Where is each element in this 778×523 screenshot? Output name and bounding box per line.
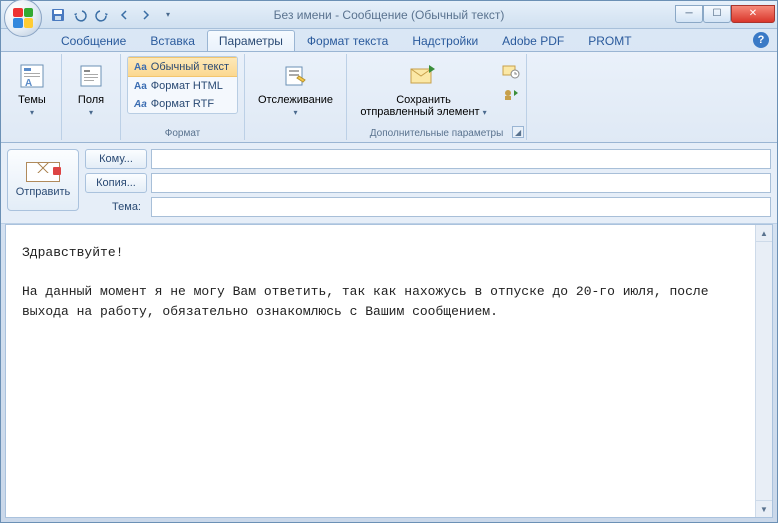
tab-message[interactable]: Сообщение bbox=[49, 30, 138, 51]
format-list: Aa Обычный текст Aa Формат HTML Aa Форма… bbox=[127, 56, 238, 114]
ribbon: A Темы▾ Поля▾ bbox=[1, 51, 777, 143]
scroll-up-icon[interactable]: ▲ bbox=[756, 225, 772, 242]
subject-input[interactable] bbox=[151, 197, 771, 217]
group-more-label: Дополнительные параметры bbox=[353, 127, 520, 140]
tracking-label: Отслеживание bbox=[258, 94, 333, 106]
save-sent-label: Сохранить отправленный элемент bbox=[360, 94, 479, 118]
ribbon-tabs: Сообщение Вставка Параметры Формат текст… bbox=[1, 29, 777, 51]
group-tracking: Отслеживание▾ bbox=[245, 54, 347, 140]
themes-icon: A bbox=[17, 61, 47, 91]
maximize-button[interactable]: ☐ bbox=[703, 5, 731, 23]
format-html-label: Формат HTML bbox=[151, 80, 223, 92]
format-plain-text[interactable]: Aa Обычный текст bbox=[128, 57, 237, 77]
fields-label: Поля bbox=[78, 94, 104, 106]
undo-icon[interactable] bbox=[72, 7, 88, 23]
titlebar: ▾ Без имени - Сообщение (Обычный текст) … bbox=[1, 1, 777, 29]
tracking-button[interactable]: Отслеживание▾ bbox=[251, 56, 340, 123]
format-html[interactable]: Aa Формат HTML bbox=[128, 77, 237, 95]
aa-icon: Aa bbox=[134, 81, 147, 92]
close-button[interactable]: ✕ bbox=[731, 5, 775, 23]
window-controls: ─ ☐ ✕ bbox=[675, 5, 775, 23]
tab-promt[interactable]: PROMT bbox=[576, 30, 643, 51]
qat-customize-icon[interactable]: ▾ bbox=[160, 7, 176, 23]
send-label: Отправить bbox=[16, 186, 71, 198]
group-themes: A Темы▾ bbox=[3, 54, 62, 140]
to-button[interactable]: Кому... bbox=[85, 149, 147, 169]
svg-text:A: A bbox=[25, 78, 32, 89]
help-icon[interactable]: ? bbox=[753, 32, 769, 48]
tab-adobe-pdf[interactable]: Adobe PDF bbox=[490, 30, 576, 51]
fields-icon bbox=[76, 61, 106, 91]
direct-replies-icon[interactable] bbox=[502, 86, 520, 104]
aa-icon: Aa bbox=[134, 62, 147, 73]
scroll-track[interactable] bbox=[756, 242, 772, 500]
tab-options[interactable]: Параметры bbox=[207, 30, 295, 51]
themes-button[interactable]: A Темы▾ bbox=[9, 56, 55, 123]
prev-icon[interactable] bbox=[116, 7, 132, 23]
envelope-icon bbox=[26, 162, 60, 182]
compose-header: Отправить Кому... Копия... Тема: bbox=[1, 143, 777, 224]
redo-icon[interactable] bbox=[94, 7, 110, 23]
cc-button[interactable]: Копия... bbox=[85, 173, 147, 193]
save-icon[interactable] bbox=[50, 7, 66, 23]
next-icon[interactable] bbox=[138, 7, 154, 23]
subject-label: Тема: bbox=[85, 201, 147, 213]
fields-button[interactable]: Поля▾ bbox=[68, 56, 114, 123]
tab-addins[interactable]: Надстройки bbox=[400, 30, 490, 51]
tracking-icon bbox=[281, 61, 311, 91]
group-format-label: Формат bbox=[127, 127, 238, 140]
recipient-fields: Кому... Копия... Тема: bbox=[85, 149, 771, 217]
save-sent-icon bbox=[409, 61, 439, 91]
group-format: Aa Обычный текст Aa Формат HTML Aa Форма… bbox=[121, 54, 245, 140]
save-sent-button[interactable]: Сохранить отправленный элемент ▾ bbox=[353, 56, 493, 123]
quick-access-toolbar: ▾ bbox=[50, 7, 176, 23]
office-button[interactable] bbox=[4, 0, 42, 37]
group-tracking-label bbox=[251, 127, 340, 140]
tab-format-text[interactable]: Формат текста bbox=[295, 30, 400, 51]
group-more-options: Сохранить отправленный элемент ▾ Дополни… bbox=[347, 54, 527, 140]
delay-delivery-icon[interactable] bbox=[502, 62, 520, 80]
scroll-down-icon[interactable]: ▼ bbox=[756, 500, 772, 517]
aa-icon: Aa bbox=[134, 99, 147, 110]
office-logo-icon bbox=[13, 8, 33, 28]
group-fields-label bbox=[68, 127, 114, 140]
vertical-scrollbar[interactable]: ▲ ▼ bbox=[755, 225, 772, 517]
group-themes-label bbox=[9, 127, 55, 140]
send-button[interactable]: Отправить bbox=[7, 149, 79, 211]
dialog-launcher-icon[interactable]: ◢ bbox=[512, 126, 524, 138]
group-fields: Поля▾ bbox=[62, 54, 121, 140]
format-rtf-label: Формат RTF bbox=[151, 98, 214, 110]
body-wrap: Здравствуйте! На данный момент я не могу… bbox=[5, 224, 773, 518]
format-rtf[interactable]: Aa Формат RTF bbox=[128, 95, 237, 113]
to-input[interactable] bbox=[151, 149, 771, 169]
tab-insert[interactable]: Вставка bbox=[138, 30, 207, 51]
message-body[interactable]: Здравствуйте! На данный момент я не могу… bbox=[6, 225, 755, 517]
more-side-icons bbox=[498, 56, 520, 104]
cc-input[interactable] bbox=[151, 173, 771, 193]
format-plain-label: Обычный текст bbox=[151, 61, 229, 73]
message-window: ▾ Без имени - Сообщение (Обычный текст) … bbox=[0, 0, 778, 523]
minimize-button[interactable]: ─ bbox=[675, 5, 703, 23]
themes-label: Темы bbox=[18, 94, 46, 106]
